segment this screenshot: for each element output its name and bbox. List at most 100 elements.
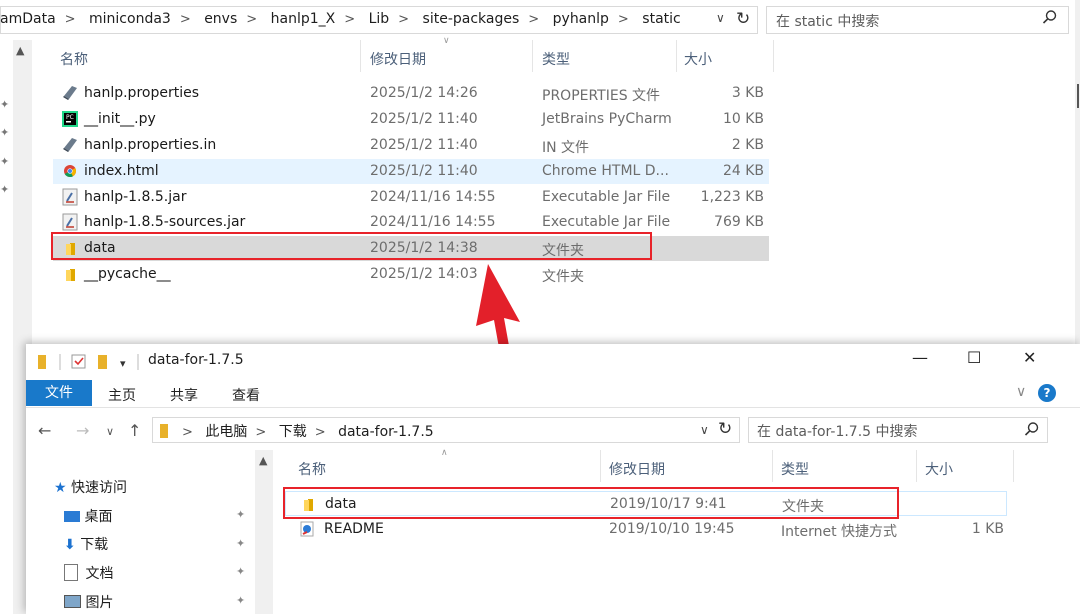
column-divider[interactable] <box>676 40 677 72</box>
column-divider[interactable] <box>772 450 773 482</box>
search-icon[interactable] <box>1042 9 1058 25</box>
nav-item-quick-access[interactable]: ★ 快速访问 <box>54 477 127 497</box>
scroll-up-icon[interactable]: ▲ <box>16 44 24 57</box>
minimize-button[interactable]: — <box>912 348 928 367</box>
breadcrumb-chevron-icon[interactable]: > <box>344 12 355 27</box>
file-size: 3 KB <box>731 85 764 101</box>
column-header-size[interactable]: 大小 <box>684 49 712 69</box>
window-title: data-for-1.7.5 <box>148 352 244 368</box>
sort-caret-icon: ∨ <box>443 36 450 46</box>
top-breadcrumb: amData > miniconda3 > envs > hanlp1_X > Lib >… <box>0 11 681 31</box>
breadcrumb-chevron-icon[interactable]: > <box>618 12 629 27</box>
pin-icon: ✦ <box>0 126 10 139</box>
file-date: 2024/11/16 14:55 <box>370 214 496 230</box>
refresh-icon[interactable]: ↻ <box>718 419 732 439</box>
pin-icon: ✦ <box>0 98 10 111</box>
breadcrumb-chevron-icon[interactable]: > <box>246 12 257 27</box>
file-type: Internet 快捷方式 <box>781 524 898 540</box>
scroll-up-icon[interactable]: ▲ <box>259 454 267 467</box>
nav-item-label: 下载 <box>80 537 109 553</box>
pin-icon[interactable]: ✦ <box>236 565 245 578</box>
window-edge-mark <box>1077 84 1079 108</box>
file-name: hanlp.properties.in <box>84 137 217 153</box>
column-header-name[interactable]: 名称 <box>298 459 326 479</box>
file-row[interactable]: hanlp.properties 2025/1/2 14:26 PROPERTI… <box>53 81 769 106</box>
column-divider[interactable] <box>916 450 917 482</box>
ribbon-tab-view[interactable]: 查看 <box>232 385 260 405</box>
maximize-button[interactable]: ☐ <box>967 348 981 367</box>
breadcrumb-item[interactable]: amData <box>0 11 56 27</box>
breadcrumb-item[interactable]: static <box>642 11 680 27</box>
up-arrow-icon[interactable]: ↑ <box>128 421 141 440</box>
file-row[interactable]: __pycache__ 2025/1/2 14:03 文件夹 <box>53 262 769 287</box>
recent-dropdown-icon[interactable]: ∨ <box>106 425 114 438</box>
quick-access-toolbar: ▾ <box>34 352 144 372</box>
column-divider[interactable] <box>600 450 601 482</box>
ribbon-tab-file[interactable]: 文件 <box>26 380 92 406</box>
nav-item-label: 文档 <box>85 566 114 582</box>
file-row[interactable]: index.html 2025/1/2 11:40 Chrome HTML D.… <box>53 159 769 184</box>
nav-item-documents[interactable]: 文档 <box>64 563 113 583</box>
chrome-html-icon <box>64 165 77 178</box>
breadcrumb-item[interactable]: pyhanlp <box>553 11 609 27</box>
breadcrumb-item[interactable]: Lib <box>369 11 390 27</box>
column-divider[interactable] <box>773 40 774 72</box>
refresh-icon[interactable]: ↻ <box>736 9 750 29</box>
column-header-date[interactable]: 修改日期 <box>370 49 426 69</box>
column-divider[interactable] <box>360 40 361 72</box>
breadcrumb-chevron-icon[interactable]: > <box>255 425 266 440</box>
forward-arrow-icon[interactable]: → <box>76 421 89 440</box>
nav-pane-scrollbar[interactable] <box>255 450 273 614</box>
breadcrumb-item[interactable]: site-packages <box>423 11 520 27</box>
address-dropdown-icon[interactable]: ∨ <box>700 423 709 437</box>
ribbon-tab-home[interactable]: 主页 <box>108 385 136 405</box>
breadcrumb-item[interactable]: 下载 <box>279 424 307 440</box>
ribbon-expand-icon[interactable]: ∨ <box>1016 384 1026 400</box>
file-row[interactable]: PC __init__.py 2025/1/2 11:40 JetBrains … <box>53 107 769 132</box>
file-date: 2025/1/2 11:40 <box>370 111 478 127</box>
jar-file-icon <box>62 188 78 206</box>
breadcrumb-item[interactable]: miniconda3 <box>89 11 171 27</box>
breadcrumb-item[interactable]: envs <box>204 11 237 27</box>
nav-item-downloads[interactable]: ⬇ 下载 <box>64 534 108 554</box>
nav-item-pictures[interactable]: 图片 <box>64 592 113 612</box>
back-arrow-icon[interactable]: ← <box>38 421 51 440</box>
breadcrumb-chevron-icon[interactable]: > <box>528 12 539 27</box>
address-dropdown-icon[interactable]: ∨ <box>716 11 725 25</box>
file-name: hanlp-1.8.5-sources.jar <box>84 214 246 230</box>
column-header-type[interactable]: 类型 <box>781 459 809 479</box>
file-size: 769 KB <box>714 214 764 230</box>
ribbon-tab-share[interactable]: 共享 <box>170 385 198 405</box>
file-row[interactable]: hanlp-1.8.5.jar 2024/11/16 14:55 Executa… <box>53 185 769 210</box>
pin-icon[interactable]: ✦ <box>236 594 245 607</box>
pin-icon[interactable]: ✦ <box>236 537 245 550</box>
breadcrumb-item[interactable]: data-for-1.7.5 <box>338 424 434 440</box>
pin-icon[interactable]: ✦ <box>236 508 245 521</box>
help-icon[interactable]: ? <box>1038 384 1056 402</box>
pycharm-file-icon: PC <box>62 111 78 127</box>
file-row[interactable]: hanlp.properties.in 2025/1/2 11:40 IN 文件… <box>53 133 769 158</box>
column-header-type[interactable]: 类型 <box>542 49 570 69</box>
column-divider[interactable] <box>532 40 533 72</box>
breadcrumb-chevron-icon[interactable]: > <box>182 425 193 440</box>
search-icon[interactable] <box>1024 421 1040 437</box>
column-header-name[interactable]: 名称 <box>60 49 88 69</box>
file-size: 24 KB <box>722 163 764 179</box>
column-header-date[interactable]: 修改日期 <box>609 459 665 479</box>
breadcrumb-item[interactable]: 此电脑 <box>205 424 247 440</box>
nav-item-label: 图片 <box>85 595 114 611</box>
highlight-box <box>283 487 899 519</box>
jar-file-icon <box>62 213 78 231</box>
breadcrumb-chevron-icon[interactable]: > <box>65 12 76 27</box>
breadcrumb-chevron-icon[interactable]: > <box>180 12 191 27</box>
file-size: 1 KB <box>971 521 1004 537</box>
nav-item-desktop[interactable]: 桌面 <box>64 506 112 526</box>
breadcrumb-chevron-icon[interactable]: > <box>315 425 326 440</box>
breadcrumb-item[interactable]: hanlp1_X <box>271 11 336 27</box>
column-divider[interactable] <box>1013 450 1014 482</box>
breadcrumb-chevron-icon[interactable]: > <box>398 12 409 27</box>
close-button[interactable]: ✕ <box>1023 348 1036 367</box>
file-date: 2019/10/10 19:45 <box>609 521 735 537</box>
file-row[interactable]: README 2019/10/10 19:45 Internet 快捷方式 1 … <box>285 517 1007 542</box>
column-header-size[interactable]: 大小 <box>925 459 953 479</box>
